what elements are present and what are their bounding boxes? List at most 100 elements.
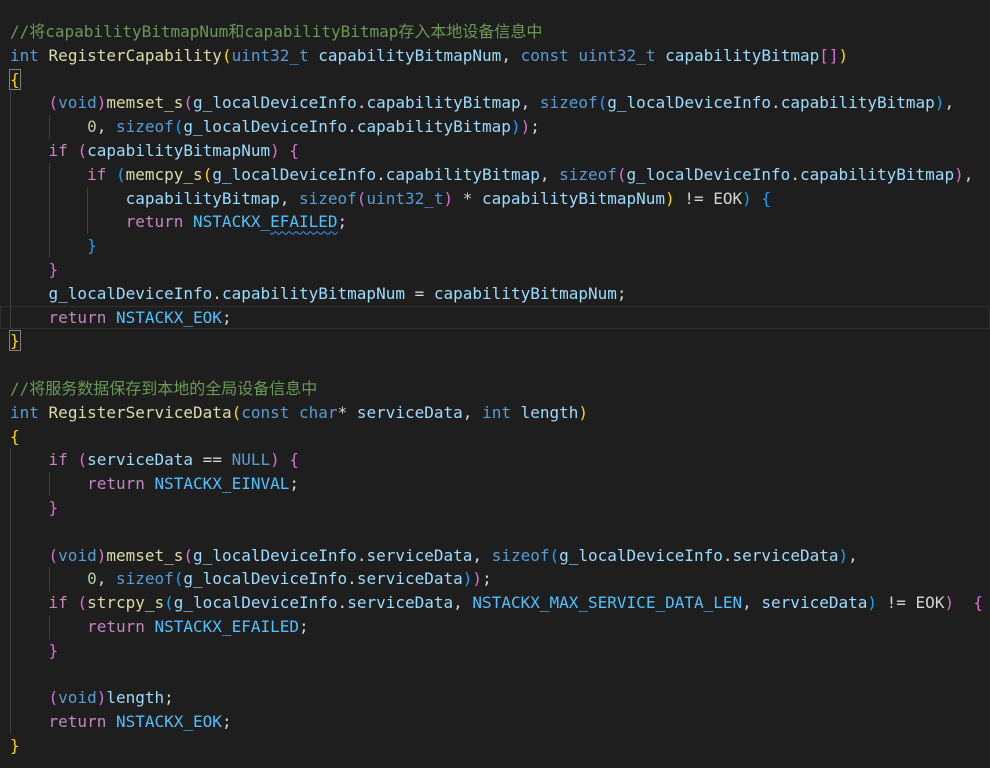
token-plain: . [376, 164, 386, 184]
token-keyword: uint32_t [231, 45, 309, 65]
token-control: return [87, 616, 145, 636]
token-bracket2: ( [183, 93, 194, 113]
code-line[interactable]: int RegisterServiceData(const char* serv… [0, 401, 990, 425]
token-variable: serviceData [356, 569, 463, 589]
token-variable: capabilityBitmap [780, 93, 935, 113]
token-plain: . [771, 93, 781, 113]
token-bracket1: { [9, 68, 21, 90]
token-variable: serviceData [347, 593, 454, 613]
code-line[interactable]: } [0, 638, 990, 663]
code-line[interactable]: 0, sizeof(g_localDeviceInfo.serviceData)… [0, 567, 990, 592]
code-line[interactable]: } [0, 734, 990, 758]
token-bracket1: ) [578, 402, 589, 422]
token-bracket1: ( [202, 164, 213, 184]
code-line[interactable] [0, 353, 990, 377]
code-line[interactable]: return NSTACKX_EOK; [0, 710, 990, 734]
code-line[interactable] [0, 662, 990, 687]
indent-guide [48, 115, 50, 139]
token-bracket2: ( [356, 188, 367, 208]
token-plain: ; [530, 117, 540, 137]
code-line[interactable]: if (memcpy_s(g_localDeviceInfo.capabilit… [0, 162, 990, 187]
token-bracket1: { [10, 426, 20, 446]
code-line[interactable]: int RegisterCapability(uint32_t capabili… [0, 44, 990, 68]
token-bracket2: ) [270, 450, 280, 470]
indentation [10, 498, 49, 517]
token-constant: NSTACKX_EOK [115, 307, 222, 327]
code-line[interactable]: (void)memset_s(g_localDeviceInfo.capabil… [0, 91, 990, 116]
token-plain: , [96, 569, 116, 589]
code-line[interactable]: if (capabilityBitmapNum) { [0, 138, 990, 163]
token-bracket2: } [48, 259, 59, 279]
token-keyword: int [10, 402, 39, 422]
code-line[interactable]: if (serviceData == NULL) { [0, 448, 990, 473]
code-line[interactable]: return NSTACKX_EINVAL; [0, 472, 990, 496]
code-line[interactable]: g_localDeviceInfo.capabilityBitmapNum = … [0, 281, 990, 306]
code-line[interactable] [0, 519, 990, 544]
token-keyword: void [58, 545, 97, 565]
token-keyword: uint32_t [578, 45, 656, 65]
code-line[interactable]: return NSTACKX_EFAILED; [0, 614, 990, 639]
token-variable: capabilityBitmap [799, 164, 955, 184]
token-control: return [125, 212, 184, 232]
token-control: if [48, 593, 68, 613]
code-line[interactable]: return NSTACKX_EOK; [0, 305, 990, 330]
token-keyword: NULL [231, 450, 271, 470]
code-editor[interactable]: //将capabilityBitmapNum和capabilityBitmap存… [0, 20, 990, 758]
token-bracket2: { [289, 450, 300, 470]
token-variable: g_localDeviceInfo [559, 545, 723, 565]
code-line[interactable]: //将capabilityBitmapNum和capabilityBitmap存… [0, 20, 990, 44]
token-keyword: sizeof [115, 569, 174, 589]
token-function: RegisterServiceData [48, 402, 232, 422]
indent-guide [10, 186, 11, 211]
code-line[interactable]: { [0, 68, 990, 92]
code-line[interactable]: } [0, 329, 990, 353]
token-bracket2: ) [520, 117, 531, 137]
token-plain: , [539, 164, 560, 184]
token-plain: . [347, 569, 357, 589]
token-plain: = [404, 283, 434, 303]
token-keyword: sizeof [298, 188, 357, 208]
token-variable: g_localDeviceInfo [193, 93, 357, 113]
code-line[interactable]: (void)length; [0, 686, 990, 711]
token-variable: serviceData [87, 450, 194, 470]
code-line[interactable]: } [0, 257, 990, 282]
token-plain: , [963, 164, 974, 184]
code-line[interactable]: capabilityBitmap, sizeof(uint32_t) * cap… [0, 186, 990, 211]
token-bracket2: ( [48, 688, 59, 708]
token-function: memcpy_s [125, 164, 203, 184]
token-keyword: sizeof [539, 93, 598, 113]
indent-guide [87, 210, 89, 235]
indent-guide [10, 638, 11, 663]
code-line[interactable]: //将服务数据保存到本地的全局设备信息中 [0, 377, 990, 401]
token-comment: //将capabilityBitmapNum和capabilityBitmap存… [10, 22, 543, 41]
token-control: if [48, 450, 68, 470]
token-bracket2: ) [270, 140, 280, 160]
indent-guide [10, 519, 11, 544]
code-line[interactable]: } [0, 495, 990, 520]
indent-guide [10, 591, 11, 615]
code-line[interactable]: 0, sizeof(g_localDeviceInfo.capabilityBi… [0, 115, 990, 139]
token-bracket2: ( [77, 140, 88, 160]
token-variable: capabilityBitmapNum [433, 283, 617, 303]
code-line[interactable]: } [0, 234, 990, 258]
code-line[interactable]: (void)memset_s(g_localDeviceInfo.service… [0, 543, 990, 568]
code-line[interactable]: { [0, 425, 990, 449]
code-line[interactable]: return NSTACKX_EFAILED; [0, 210, 990, 235]
token-keyword: sizeof [559, 164, 617, 184]
token-bracket2: ( [183, 545, 194, 565]
code-line[interactable]: if (strcpy_s(g_localDeviceInfo.serviceDa… [0, 591, 990, 615]
token-plain: . [790, 164, 800, 184]
token-variable: g_localDeviceInfo [183, 569, 348, 589]
token-keyword: sizeof [115, 117, 174, 137]
token-number: 0 [87, 117, 97, 137]
token-variable: serviceData [732, 545, 839, 565]
indentation [10, 212, 126, 231]
